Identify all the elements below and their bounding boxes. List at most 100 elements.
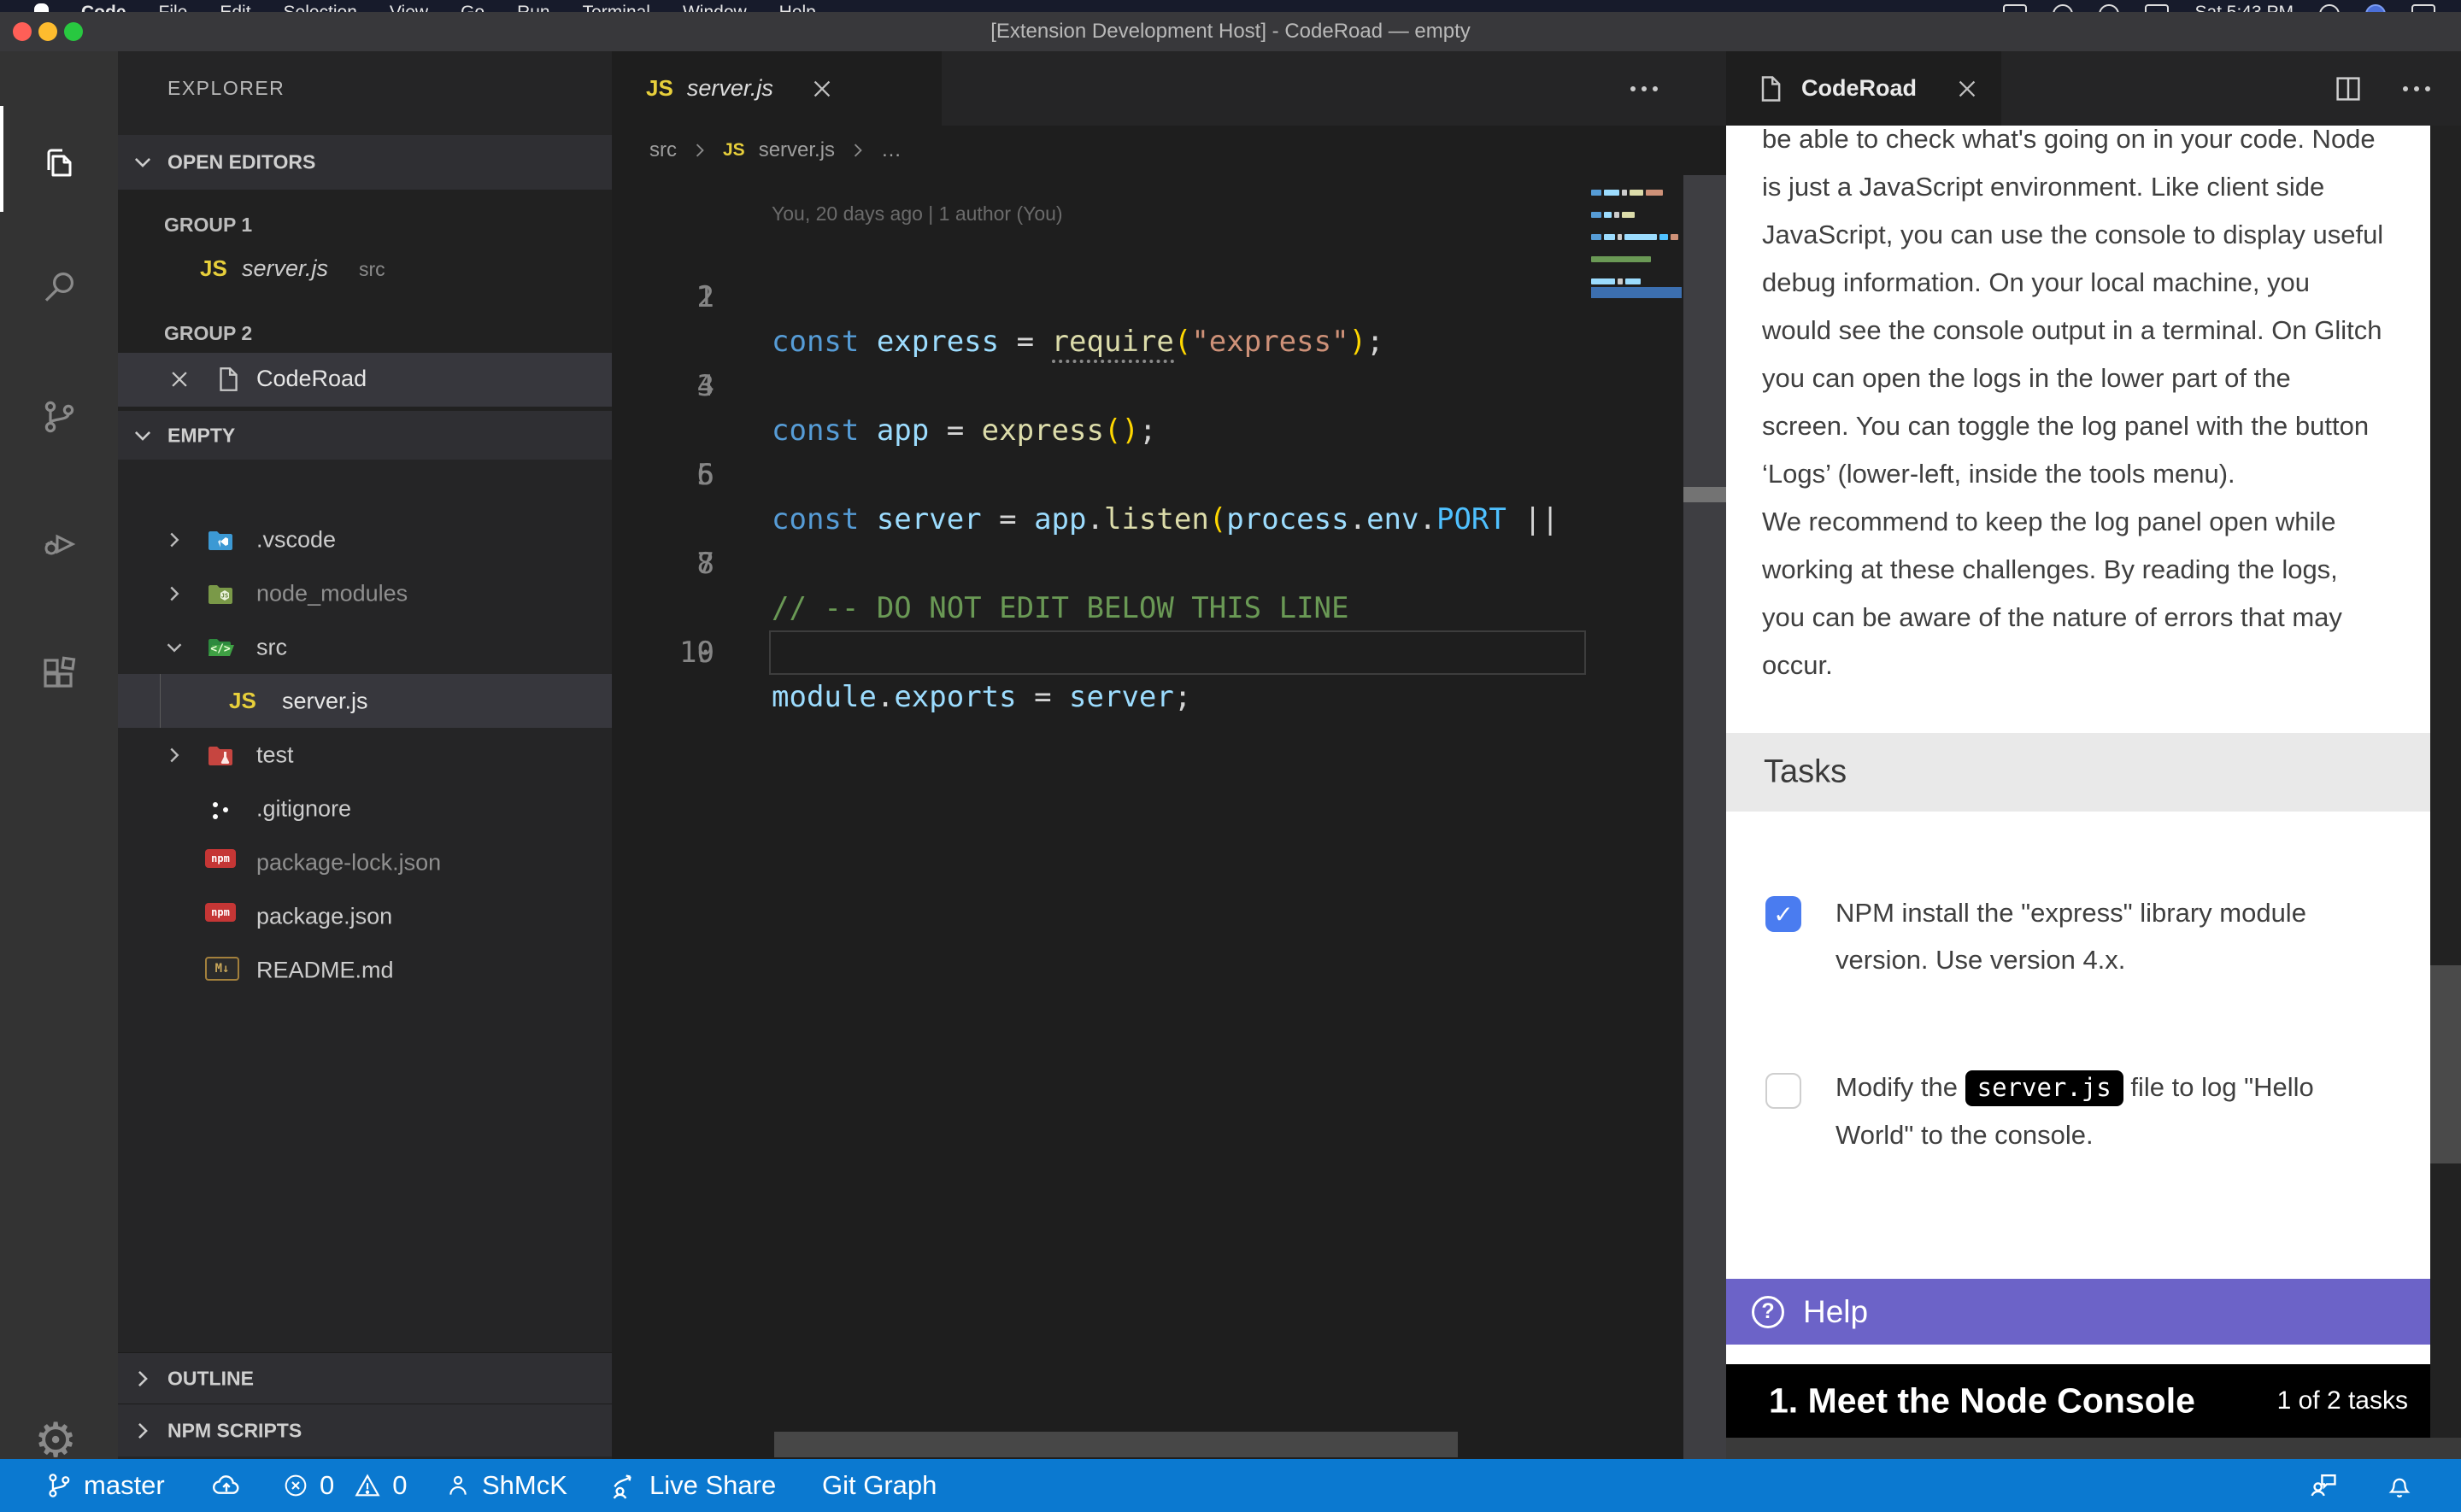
source-control-icon[interactable] [38, 396, 79, 437]
breadcrumb-folder[interactable]: src [649, 138, 677, 162]
editor-scrollbar[interactable] [1683, 175, 1726, 1459]
vscode-window: Code File Edit Selection View Go Run Ter… [0, 0, 2461, 1512]
menu-clock[interactable]: Sat 5:43 PM [2194, 0, 2294, 12]
tab-coderoad[interactable]: CodeRoad [1726, 51, 2001, 126]
section-label: OUTLINE [167, 1368, 254, 1391]
code-editor[interactable]: You, 20 days ago | 1 author (You) 1 cons… [612, 175, 1726, 1459]
codelens-link[interactable]: You, 20 days ago | 1 author (You) [772, 195, 1063, 232]
user-status[interactable]: ShMcK [444, 1459, 567, 1512]
code-line-3: 3 const app = express(); [612, 319, 1726, 364]
problems-status[interactable]: 0 0 [282, 1459, 408, 1512]
npm-scripts-section-header[interactable]: NPM SCRIPTS [118, 1404, 612, 1456]
tree-item-node-modules[interactable]: JS node_modules [118, 566, 612, 620]
menu-item-edit[interactable]: Edit [220, 0, 250, 12]
chevron-down-icon [164, 637, 185, 658]
tree-item-readme[interactable]: M↓ README.md [118, 943, 612, 997]
breadcrumb-file[interactable]: server.js [759, 138, 835, 162]
chevron-right-icon [132, 1420, 154, 1442]
menu-item-go[interactable]: Go [461, 0, 485, 12]
scrollbar-thumb[interactable] [1683, 487, 1726, 502]
js-file-icon: JS [723, 140, 745, 161]
npm-icon: npm [205, 903, 236, 930]
run-debug-icon[interactable] [38, 524, 79, 565]
tree-item-package-json[interactable]: npm package.json [118, 889, 612, 943]
user-name: ShMcK [482, 1470, 567, 1501]
task-checkbox-checked[interactable]: ✓ [1765, 896, 1801, 932]
outline-section-header[interactable]: OUTLINE [118, 1352, 612, 1404]
open-editors-section-header[interactable]: OPEN EDITORS [118, 135, 612, 190]
coderoad-webview: be able to check what's going on in your… [1726, 126, 2430, 1438]
tree-item-test[interactable]: test [118, 728, 612, 782]
git-graph-label: Git Graph [822, 1470, 937, 1501]
editor-horizontal-scrollbar[interactable] [774, 1432, 1458, 1457]
menu-item-view[interactable]: View [390, 0, 428, 12]
tree-item-serverjs-selected[interactable]: JS server.js [118, 674, 612, 728]
tree-item-src[interactable]: </> src [118, 620, 612, 674]
system-tray-icon[interactable] [2003, 4, 2027, 12]
split-editor-icon[interactable] [2333, 73, 2364, 104]
minimap[interactable] [1591, 181, 1682, 301]
menu-item-run[interactable]: Run [517, 0, 550, 12]
open-editor-item-coderoad[interactable]: CodeRoad [118, 353, 612, 407]
npm-icon: npm [205, 849, 236, 876]
tab-serverjs[interactable]: JS server.js [612, 51, 942, 126]
tree-item-label: README.md [256, 957, 394, 983]
menu-item-code[interactable]: Code [81, 0, 126, 12]
check-icon: ✓ [1773, 900, 1793, 929]
live-share-status[interactable]: Live Share [608, 1459, 776, 1512]
code-line-6: 6 [612, 453, 1726, 497]
level-bar[interactable]: 1. Meet the Node Console 1 of 2 tasks [1726, 1364, 2430, 1438]
task-checkbox-unchecked[interactable] [1765, 1073, 1801, 1109]
tree-item-label: package.json [256, 903, 392, 929]
menu-item-help[interactable]: Help [779, 0, 816, 12]
explorer-sidebar: EXPLORER OPEN EDITORS GROUP 1 JS server.… [118, 51, 612, 1459]
question-icon: ? [1752, 1296, 1784, 1328]
sync-status[interactable] [210, 1459, 243, 1512]
system-tray-icon[interactable] [2053, 4, 2073, 12]
scrollbar-thumb[interactable] [2430, 965, 2461, 1163]
folder-section-header[interactable]: EMPTY [118, 411, 612, 460]
close-tab-icon[interactable] [809, 76, 835, 102]
menu-item-selection[interactable]: Selection [284, 0, 357, 12]
open-editor-item-serverjs[interactable]: JS server.js src [118, 243, 612, 296]
apple-icon[interactable] [34, 3, 49, 12]
breadcrumb-more[interactable]: … [881, 138, 902, 162]
git-branch-status[interactable]: master [44, 1459, 165, 1512]
control-center-icon[interactable] [2411, 4, 2435, 12]
open-editor-filename: CodeRoad [256, 366, 367, 392]
system-tray-icon[interactable] [2099, 4, 2119, 12]
tree-item-vscode[interactable]: .vscode [118, 513, 612, 566]
indent-guide [160, 674, 161, 728]
close-tab-icon[interactable] [1954, 76, 1980, 102]
src-folder-open-icon: </> [205, 634, 236, 661]
tree-item-label: test [256, 741, 294, 768]
cloud-upload-icon [210, 1469, 243, 1502]
notifications-status[interactable] [2384, 1459, 2415, 1512]
code-line-2: 2 [612, 275, 1726, 319]
open-editor-detail: src [359, 258, 385, 281]
tree-item-gitignore[interactable]: .gitignore [118, 782, 612, 835]
panel-more-actions-icon[interactable] [2403, 86, 2430, 91]
open-editors-list: GROUP 1 JS server.js src GROUP 2 CodeRoa… [118, 190, 612, 411]
siri-icon[interactable] [2365, 4, 2386, 12]
menu-item-file[interactable]: File [159, 0, 188, 12]
menu-item-terminal[interactable]: Terminal [583, 0, 650, 12]
spotlight-icon[interactable] [2319, 4, 2340, 12]
extensions-icon[interactable] [38, 653, 79, 694]
git-icon [205, 795, 236, 823]
level-title: 1. Meet the Node Console [1769, 1381, 2195, 1421]
explorer-icon[interactable] [38, 142, 79, 183]
editor-more-actions-icon[interactable] [1630, 86, 1658, 91]
git-graph-status[interactable]: Git Graph [822, 1459, 937, 1512]
search-icon[interactable] [38, 267, 79, 308]
help-bar[interactable]: ? Help [1726, 1279, 2430, 1345]
settings-gear-icon[interactable]: ⚙ [34, 1415, 77, 1466]
window-title: [Extension Development Host] - CodeRoad … [0, 12, 2461, 51]
feedback-status[interactable] [2307, 1459, 2340, 1512]
live-share-icon [608, 1470, 639, 1501]
menu-item-window[interactable]: Window [683, 0, 747, 12]
close-icon[interactable] [167, 367, 191, 391]
panel-scrollbar[interactable] [2430, 126, 2461, 1438]
coderoad-tab-bar: CodeRoad [1726, 51, 2461, 126]
tree-item-package-lock[interactable]: npm package-lock.json [118, 835, 612, 889]
